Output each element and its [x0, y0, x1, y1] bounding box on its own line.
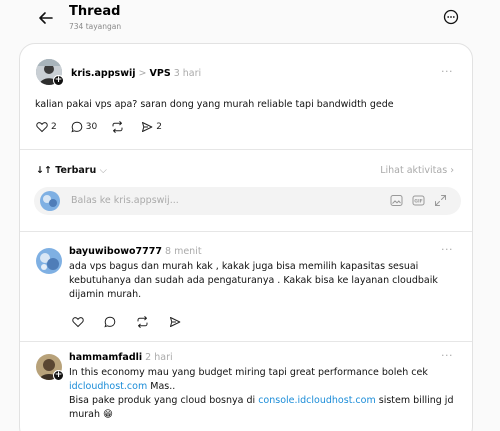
follow-plus-icon[interactable]: +: [53, 75, 64, 86]
comment-time: 2 hari: [145, 352, 173, 363]
comment-time: 8 menit: [165, 246, 202, 257]
comment-icon: [104, 316, 116, 328]
like-button[interactable]: 2: [36, 121, 57, 133]
view-activity-link[interactable]: Lihat aktivitas ›: [380, 165, 454, 176]
share-button[interactable]: [169, 316, 184, 328]
view-count: 734 tayangan: [69, 22, 122, 31]
comment-actions: [72, 316, 198, 328]
post-more-icon[interactable]: ···: [441, 65, 453, 78]
repost-button[interactable]: [111, 121, 127, 133]
comment-text-part: In this economy mau yang budget miring t…: [69, 367, 428, 378]
follow-plus-icon[interactable]: +: [53, 370, 64, 381]
comment-header: hammamfadli 2 hari: [69, 352, 173, 363]
reply-input[interactable]: Balas ke kris.appswij... GIF: [34, 187, 461, 215]
divider: [20, 149, 472, 150]
repost-icon: [112, 121, 123, 133]
post-text: kalian pakai vps apa? saran dong yang mu…: [35, 99, 394, 110]
send-icon: [142, 122, 153, 132]
divider: [20, 231, 472, 232]
comment-username[interactable]: hammamfadli: [69, 352, 142, 363]
reply-attachments: GIF: [390, 194, 447, 207]
share-count: 2: [156, 122, 162, 132]
separator: >: [138, 68, 147, 79]
comment-username[interactable]: bayuwibowo7777: [69, 246, 162, 257]
sort-label: Terbaru: [55, 165, 97, 176]
like-count: 2: [51, 122, 57, 132]
header: Thread 734 tayangan: [0, 0, 500, 42]
send-icon: [170, 317, 181, 327]
comment-text: In this economy mau yang budget miring t…: [69, 366, 464, 422]
comment-text-part: Bisa pake produk yang cloud bosnya di: [69, 395, 256, 406]
chevron-right-icon: ›: [450, 165, 454, 176]
heart-icon: [72, 317, 84, 328]
community-name[interactable]: VPS: [150, 68, 171, 79]
expand-icon[interactable]: [434, 194, 447, 207]
repost-icon: [137, 316, 148, 328]
back-arrow-icon[interactable]: [36, 8, 56, 28]
comment-text-part: Mas..: [150, 381, 176, 392]
console-link[interactable]: console.idcloudhost.com: [258, 395, 376, 406]
sort-dropdown[interactable]: ↓↑ Terbaru ⌵: [36, 165, 107, 176]
avatar[interactable]: [36, 248, 62, 274]
post-header: kris.appswij > VPS 3 hari: [71, 68, 201, 79]
comment-text: ada vps bagus dan murah kak , kakak juga…: [69, 261, 438, 300]
comment-header: bayuwibowo7777 8 menit: [69, 246, 202, 257]
thread-card: + kris.appswij > VPS 3 hari ··· kalian p…: [19, 43, 473, 431]
divider: [20, 341, 472, 342]
comment-more-icon[interactable]: ···: [441, 243, 453, 256]
comment-more-icon[interactable]: ···: [441, 349, 453, 362]
like-button[interactable]: [72, 316, 87, 328]
gif-icon[interactable]: GIF: [412, 194, 425, 207]
comment-icon: [71, 121, 83, 133]
post-username[interactable]: kris.appswij: [71, 68, 135, 79]
image-icon[interactable]: [390, 194, 403, 207]
activity-label: Lihat aktivitas: [380, 165, 448, 176]
reply-avatar: [40, 191, 60, 211]
svg-text:GIF: GIF: [414, 199, 422, 205]
sort-arrows-icon: ↓↑: [36, 165, 52, 176]
repost-button[interactable]: [136, 316, 152, 328]
post-actions: 2 30 2: [36, 121, 176, 133]
more-options-icon[interactable]: [443, 9, 459, 25]
comment-button[interactable]: 30: [71, 121, 97, 133]
idcloudhost-link[interactable]: idcloudhost.com: [69, 381, 147, 392]
reply-placeholder: Balas ke kris.appswij...: [71, 195, 179, 206]
post-time: 3 hari: [173, 68, 202, 79]
comment-button[interactable]: [104, 316, 119, 328]
page-title: Thread: [69, 4, 121, 19]
heart-icon: [36, 122, 48, 133]
chevron-down-icon: ⌵: [99, 165, 107, 176]
comment-count: 30: [85, 122, 98, 132]
share-button[interactable]: 2: [141, 121, 162, 133]
